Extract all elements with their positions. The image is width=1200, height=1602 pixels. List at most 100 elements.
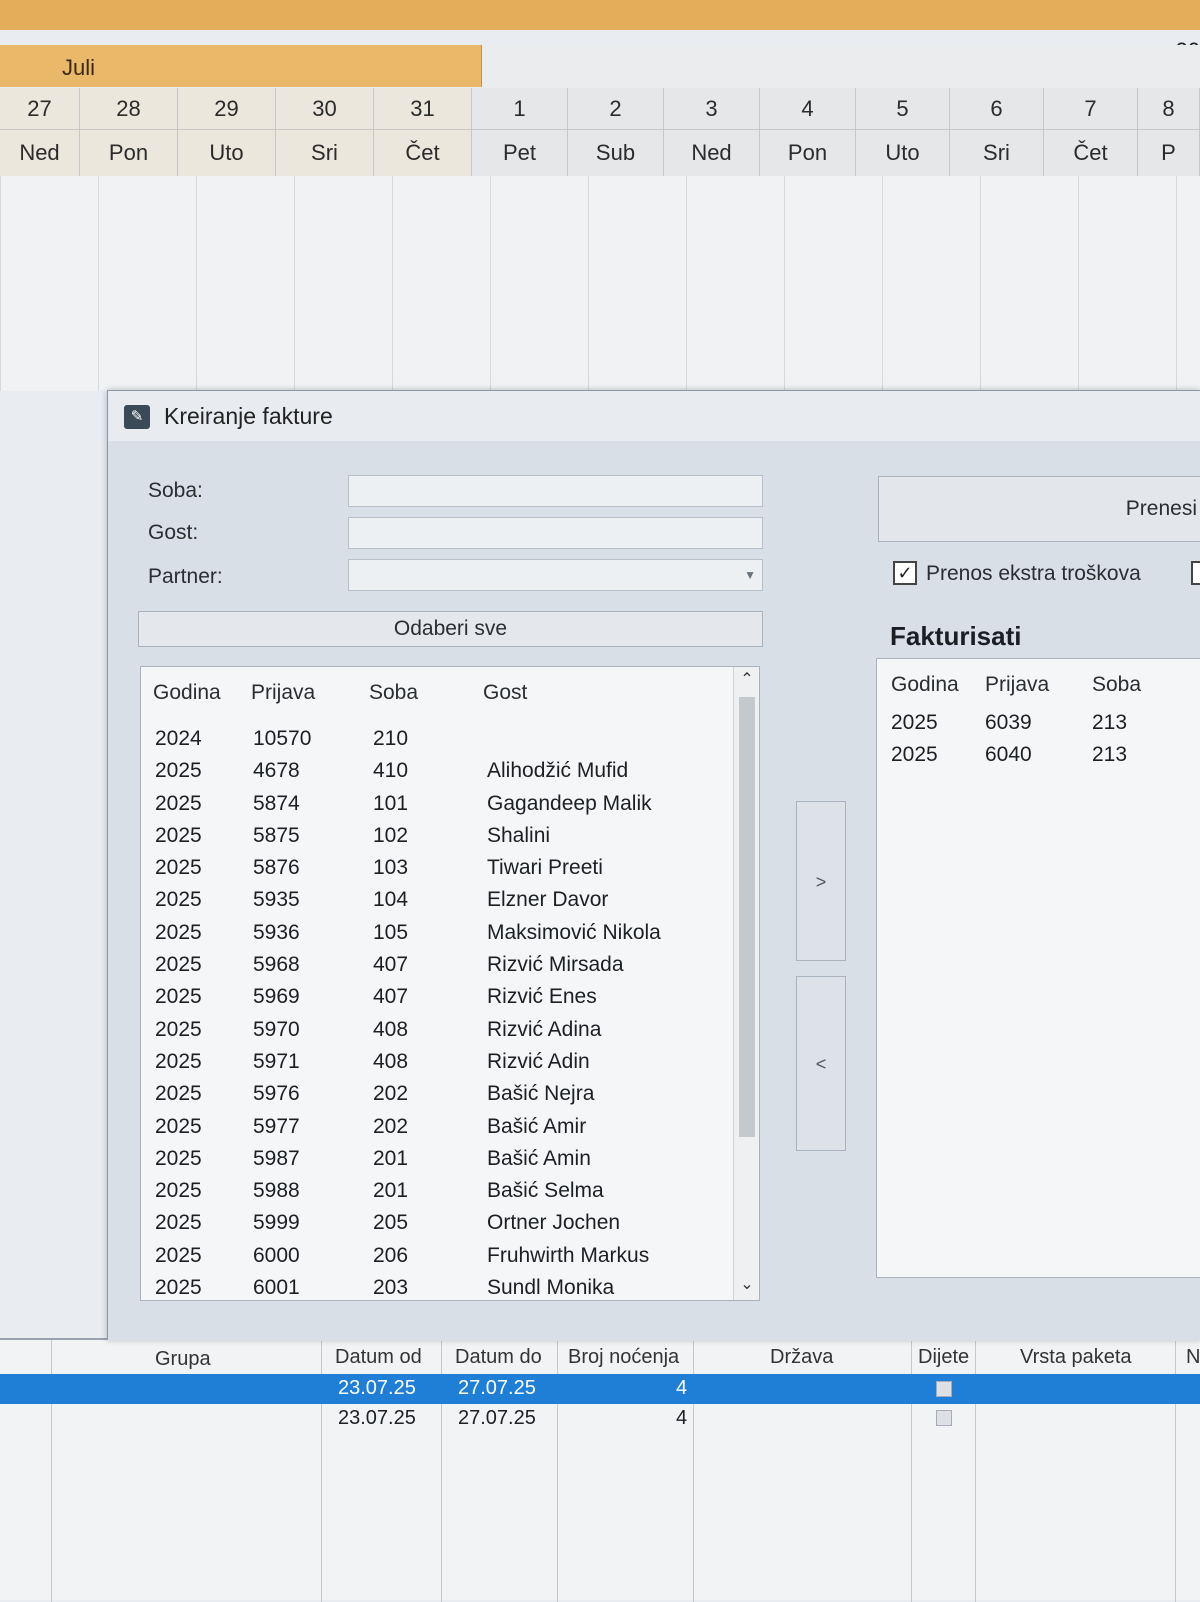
list-item[interactable]: 2025 5969 407 Rizvić Enes <box>141 981 731 1013</box>
move-left-button[interactable]: < <box>796 976 846 1151</box>
cell-gost: Rizvić Adina <box>487 1017 602 1041</box>
cell-godina: 2025 <box>155 953 202 977</box>
col-header-prijava[interactable]: Prijava <box>985 673 1049 697</box>
calendar-day[interactable]: 28 Pon <box>80 88 178 176</box>
list-item[interactable]: 2025 5876 103 Tiwari Preeti <box>141 852 731 884</box>
cell-godina: 2025 <box>155 1017 202 1041</box>
col-header-datum-do[interactable]: Datum do <box>455 1346 542 1369</box>
day-name: Pon <box>787 140 828 165</box>
list-item[interactable]: 2025 5988 201 Bašić Selma <box>141 1175 731 1207</box>
col-header-prijava[interactable]: Prijava <box>251 681 315 705</box>
list-item[interactable]: 2025 5977 202 Bašić Amir <box>141 1111 731 1143</box>
guest-input[interactable] <box>348 517 763 549</box>
create-invoice-dialog: ✎ Kreiranje fakture Soba: Gost: Partner:… <box>107 390 1200 1341</box>
col-header-vrsta-paketa[interactable]: Vrsta paketa <box>1020 1346 1132 1369</box>
move-right-button[interactable]: > <box>796 801 846 961</box>
calendar-day[interactable]: 31 Čet <box>374 88 472 176</box>
list-item[interactable]: 2025 5976 202 Bašić Nejra <box>141 1078 731 1110</box>
extra-costs-checkbox[interactable]: ✓ <box>893 561 917 585</box>
cell-soba: 410 <box>373 759 409 783</box>
calendar-day[interactable]: 29 Uto <box>178 88 276 176</box>
room-input[interactable] <box>348 475 763 507</box>
cell-prijava: 5987 <box>253 1146 300 1170</box>
calendar-day[interactable]: 8P <box>1138 88 1200 176</box>
list-item[interactable]: 2025 6040 213 <box>877 739 1197 771</box>
table-row-selected[interactable]: 23.07.25 27.07.25 4 <box>0 1374 1200 1404</box>
day-number: 29 <box>178 88 275 130</box>
dialog-titlebar[interactable]: ✎ Kreiranje fakture <box>108 391 1200 441</box>
day-number: 31 <box>374 88 471 130</box>
list-item[interactable]: 2025 5971 408 Rizvić Adin <box>141 1046 731 1078</box>
cell-prijava: 5936 <box>253 920 300 944</box>
calendar-day[interactable]: 30 Sri <box>276 88 374 176</box>
col-header-gost[interactable]: Gost <box>483 681 527 705</box>
calendar-day[interactable]: 6 Sri <box>950 88 1044 176</box>
col-header-grupa[interactable]: Grupa <box>155 1348 211 1371</box>
calendar-day[interactable]: 1 Pet <box>472 88 568 176</box>
calendar-day[interactable]: 2 Sub <box>568 88 664 176</box>
chevron-down-icon: ▼ <box>744 568 756 582</box>
list-item[interactable]: 2025 6001 203 Sundl Monika <box>141 1272 731 1304</box>
day-name: Sri <box>983 140 1010 165</box>
calendar-day[interactable]: 3 Ned <box>664 88 760 176</box>
table-row[interactable]: 23.07.25 27.07.25 4 <box>0 1404 1200 1434</box>
chevron-down-icon[interactable]: ⌄ <box>734 1274 760 1298</box>
day-number: 5 <box>856 88 949 130</box>
col-header-godina[interactable]: Godina <box>153 681 221 705</box>
calendar-grid[interactable] <box>0 176 1200 391</box>
list-item[interactable]: 2025 5935 104 Elzner Davor <box>141 884 731 916</box>
list-item[interactable]: 2025 4678 410 Alihodžić Mufid <box>141 755 731 787</box>
calendar-day[interactable]: 4 Pon <box>760 88 856 176</box>
col-header-drzava[interactable]: Država <box>770 1346 833 1369</box>
day-name: Pon <box>108 140 149 165</box>
col-header-datum-od[interactable]: Datum od <box>335 1346 422 1369</box>
scrollbar-thumb[interactable] <box>739 697 755 1137</box>
list-item[interactable]: 2025 5999 205 Ortner Jochen <box>141 1207 731 1239</box>
cell-prijava: 5874 <box>253 791 300 815</box>
transfer-button[interactable]: Prenesi <box>878 476 1200 542</box>
calendar-day[interactable]: 5 Uto <box>856 88 950 176</box>
calendar-day[interactable]: 27 Ned <box>0 88 80 176</box>
second-checkbox[interactable] <box>1191 561 1200 585</box>
cell-prijava: 4678 <box>253 759 300 783</box>
col-header-soba[interactable]: Soba <box>369 681 418 705</box>
list-item[interactable]: 2025 5970 408 Rizvić Adina <box>141 1014 731 1046</box>
cell-godina: 2025 <box>155 791 202 815</box>
col-header-godina[interactable]: Godina <box>891 673 959 697</box>
cell-godina: 2025 <box>155 1082 202 1106</box>
cell-prijava: 10570 <box>253 727 312 750</box>
available-registrations-list[interactable]: Godina Prijava Soba Gost 2024 10570 210 202… <box>140 666 760 1301</box>
list-item[interactable]: 2025 5968 407 Rizvić Mirsada <box>141 949 731 981</box>
col-header-dijete[interactable]: Dijete <box>918 1346 969 1369</box>
day-name: Uto <box>885 140 920 165</box>
calendar-day[interactable]: 7 Čet <box>1044 88 1138 176</box>
col-header-n[interactable]: N <box>1186 1346 1200 1369</box>
list-item[interactable]: 2025 5987 201 Bašić Amin <box>141 1143 731 1175</box>
vertical-scrollbar[interactable]: ⌃ ⌄ <box>733 667 759 1300</box>
dijete-checkbox[interactable] <box>936 1381 952 1397</box>
cell-soba: 407 <box>373 953 409 977</box>
invoice-registrations-list[interactable]: Godina Prijava Soba 2025 6039 213 2025 6040 2… <box>876 658 1200 1278</box>
dijete-checkbox[interactable] <box>936 1410 952 1426</box>
cell-soba: 101 <box>373 791 409 815</box>
cell-datum-do: 27.07.25 <box>458 1407 536 1429</box>
col-header-broj-nocenja[interactable]: Broj noćenja <box>568 1346 679 1369</box>
list-item[interactable]: 2024 10570 210 <box>141 723 731 755</box>
list-item[interactable]: 2025 5936 105 Maksimović Nikola <box>141 917 731 949</box>
chevron-up-icon[interactable]: ⌃ <box>734 669 760 693</box>
list-item[interactable]: 2025 6039 213 <box>877 707 1197 739</box>
list-item[interactable]: 2025 5874 101 Gagandeep Malik <box>141 788 731 820</box>
day-name: P <box>1161 140 1176 165</box>
right-list-rows: 2025 6039 213 2025 6040 213 <box>877 707 1197 771</box>
cell-soba: 105 <box>373 920 409 944</box>
cell-soba: 202 <box>373 1082 409 1106</box>
list-item[interactable]: 2025 5875 102 Shalini <box>141 820 731 852</box>
select-all-button[interactable]: Odaberi sve <box>138 611 763 647</box>
cell-soba: 103 <box>373 856 409 880</box>
partner-dropdown[interactable]: ▼ <box>348 559 763 591</box>
cell-prijava: 5935 <box>253 888 300 912</box>
calendar-days-row: 27 Ned 28 Pon 29 Uto 30 Sri 31 Čet 1 Pet 2 Sub 3 Ned 4 Po… <box>0 88 1200 176</box>
col-header-soba[interactable]: Soba <box>1092 673 1141 697</box>
cell-soba: 408 <box>373 1017 409 1041</box>
list-item[interactable]: 2025 6000 206 Fruhwirth Markus <box>141 1240 731 1272</box>
